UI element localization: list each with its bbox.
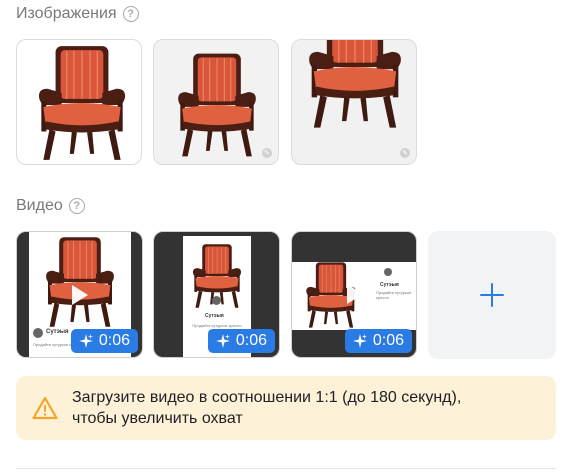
images-section-title: Изображения [16, 5, 117, 22]
warning-triangle-icon [32, 396, 58, 420]
plus-icon [480, 283, 504, 307]
video-duration: 0:06 [98, 332, 130, 349]
sparkle-icon [216, 334, 230, 348]
duration-badge: 0:06 [70, 329, 138, 353]
image-thumbnail-2[interactable]: ✎ [153, 39, 279, 165]
video-duration: 0:06 [235, 332, 267, 349]
warning-line-1: Загрузите видео в соотношении 1:1 (до 18… [72, 389, 462, 406]
help-circle-icon[interactable]: ? [68, 198, 85, 214]
video-thumbnail-1[interactable]: Cyтэыя Продайте кутуркое кресло 0:06 [16, 231, 143, 358]
chair-image [169, 50, 265, 160]
help-circle-icon[interactable]: ? [122, 6, 139, 22]
channel-subtitle: Продайте кутуркое кресло [376, 290, 412, 300]
chair-image-cropped [295, 39, 415, 132]
channel-name: Сутэыя [205, 313, 224, 319]
channel-avatar [33, 328, 43, 338]
duration-badge: 0:06 [344, 329, 412, 353]
video-section-header: Видео ? [16, 197, 85, 215]
section-divider [16, 468, 556, 469]
video-duration: 0:06 [372, 332, 404, 349]
warning-line-2: чтобы увеличить охват [72, 410, 243, 427]
video-thumbnail-2[interactable]: Сутэыя Продайте кутуркое кресло двадцати… [153, 231, 280, 358]
pencil-icon[interactable]: ✎ [262, 148, 272, 158]
video-section-title: Видео [16, 197, 63, 214]
play-icon[interactable] [347, 284, 363, 304]
channel-avatar [212, 296, 221, 305]
image-thumbnail-3[interactable]: ✎ [291, 39, 417, 165]
duration-badge: 0:06 [207, 329, 275, 353]
image-thumbnail-1[interactable] [16, 39, 142, 165]
pencil-icon[interactable]: ✎ [400, 148, 410, 158]
chair-image [34, 234, 126, 330]
channel-name: Cyтэыя [46, 329, 69, 335]
sparkle-icon [79, 334, 93, 348]
video-thumbnail-3[interactable]: Сутэыя Продайте кутуркое кресло 0:06 [291, 231, 417, 358]
channel-name: Сутэыя [380, 282, 399, 288]
warning-text: Загрузите видео в соотношении 1:1 (до 18… [72, 387, 461, 429]
aspect-ratio-warning-banner: Загрузите видео в соотношении 1:1 (до 18… [16, 376, 556, 440]
chair-image [27, 42, 137, 164]
play-icon[interactable] [71, 284, 88, 305]
channel-avatar [384, 268, 392, 276]
sparkle-icon [353, 334, 367, 348]
add-video-button[interactable] [428, 231, 556, 359]
images-section-header: Изображения ? [16, 5, 139, 23]
